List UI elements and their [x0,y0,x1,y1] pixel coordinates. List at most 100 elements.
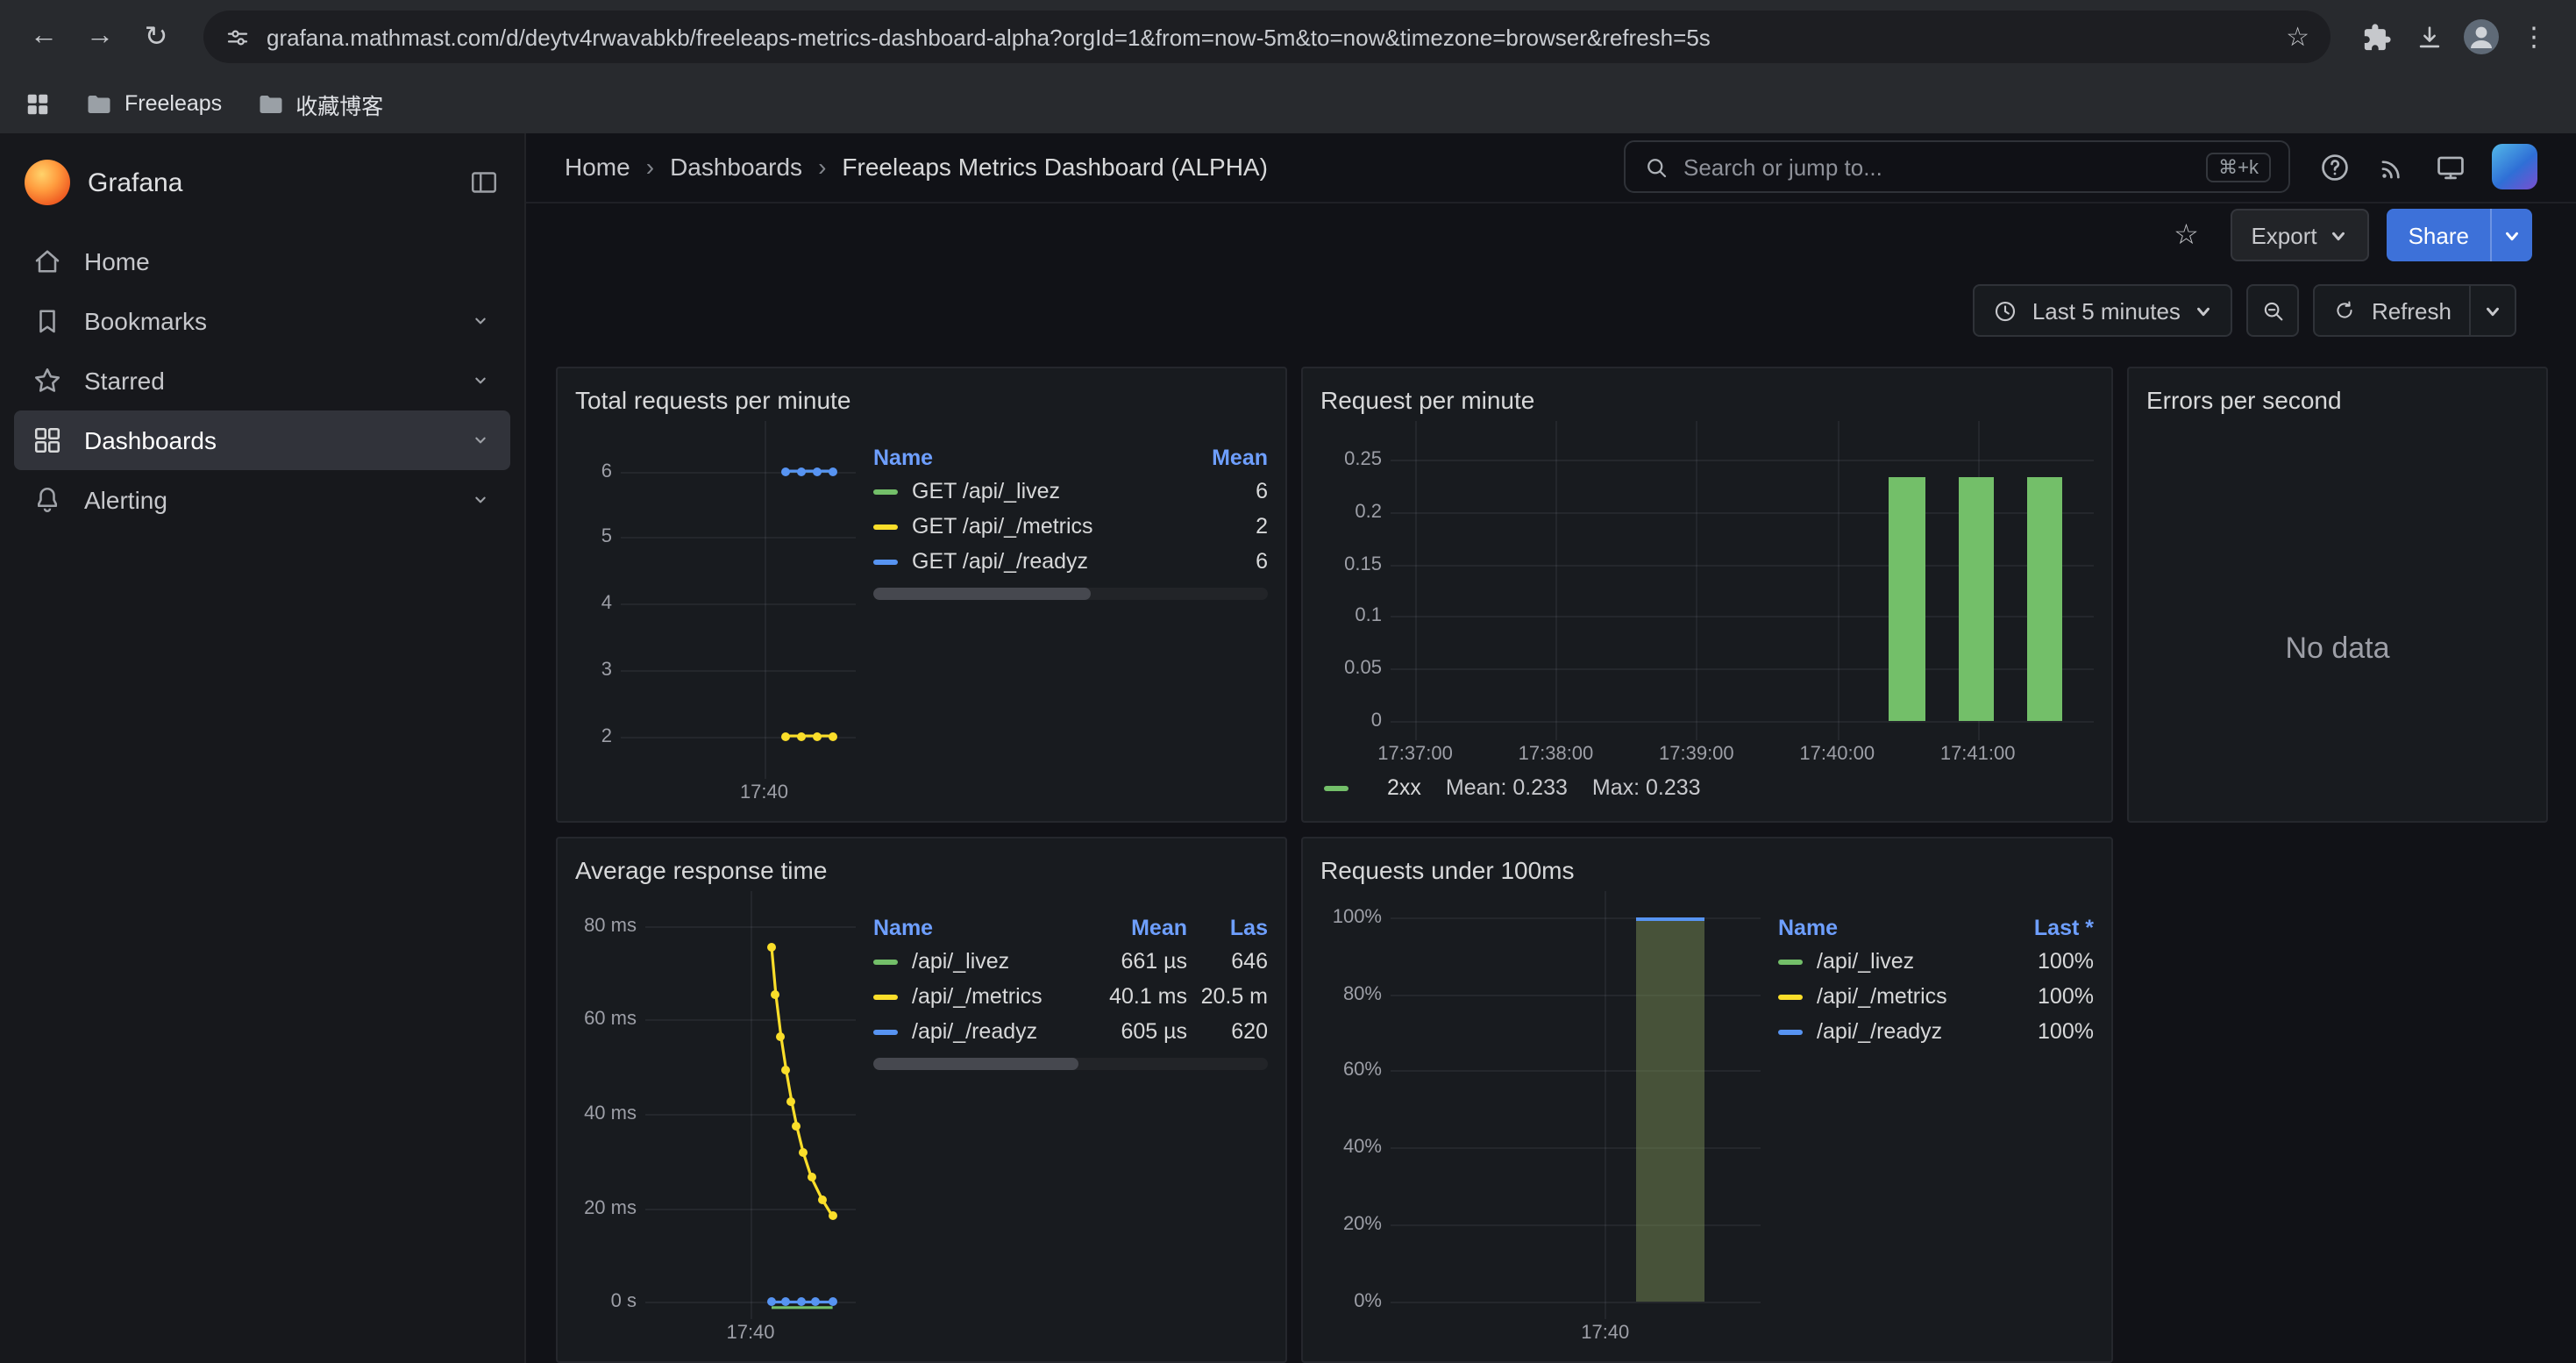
y-tick-label: 0 [1371,710,1382,731]
legend-row[interactable]: GET /api/_/readyz6 [873,544,1268,579]
export-button[interactable]: Export [2230,210,2369,262]
refresh-label: Refresh [2372,297,2451,324]
bookmark-folder-blogs[interactable]: 收藏博客 [257,87,383,120]
search-input[interactable]: Search or jump to... ⌘+k [1624,141,2290,194]
site-settings-icon[interactable] [224,24,251,50]
gridline [1391,1148,1761,1150]
panel-title[interactable]: Errors per second [2146,379,2529,421]
legend-row[interactable]: GET /api/_/metrics2 [873,509,1268,544]
legend-header[interactable]: Mean [1085,912,1187,944]
bookmark-folder-freeleaps[interactable]: Freeleaps [86,90,222,117]
sidebar-item-starred[interactable]: Starred [14,351,510,410]
user-avatar[interactable] [2492,145,2537,190]
legend-row[interactable]: GET /api/_livez6 [873,474,1268,509]
breadcrumb-current: Freeleaps Metrics Dashboard (ALPHA) [842,153,1268,182]
help-icon[interactable] [2318,151,2352,184]
share-dropdown-button[interactable] [2490,210,2532,262]
sidebar-item-label: Bookmarks [84,307,207,335]
breadcrumb: Home › Dashboards › Freeleaps Metrics Da… [565,153,1268,182]
zoom-out-button[interactable] [2247,284,2300,337]
favorite-star-button[interactable]: ☆ [2160,210,2212,262]
series-value: 646 [1187,944,1268,979]
breadcrumb-home[interactable]: Home [565,153,630,182]
legend-header[interactable]: Las [1187,912,1268,944]
legend-row[interactable]: /api/_/metrics40.1 ms20.5 m [873,979,1268,1014]
refresh-interval-dropdown[interactable] [2469,286,2515,335]
browser-toolbar: ← → ↻ grafana.mathmast.com/d/deytv4rwava… [0,0,2576,74]
bar [1637,917,1705,1302]
forward-button[interactable]: → [74,11,126,63]
browser-menu-icon[interactable]: ⋮ [2509,12,2558,61]
refresh-button-group: Refresh [2314,284,2516,337]
address-bar[interactable]: grafana.mathmast.com/d/deytv4rwavabkb/fr… [203,11,2330,63]
gridline [1555,421,1557,740]
scrollbar-thumb[interactable] [873,588,1091,600]
legend-row[interactable]: /api/_/readyz605 µs620 [873,1014,1268,1049]
panel-errors-per-second: Errors per second No data [2127,367,2548,823]
y-axis: 100%80%60%40%20%0% [1320,891,1391,1319]
chevron-down-icon[interactable] [468,368,493,393]
y-tick-label: 0.1 [1355,606,1382,627]
panel-title[interactable]: Request per minute [1320,379,2094,421]
series-value: 100% [1971,979,2094,1014]
bookmark-star-icon[interactable]: ☆ [2286,21,2309,53]
apps-grid-icon[interactable] [25,90,51,117]
chevron-down-icon[interactable] [468,309,493,333]
sidebar-item-label: Starred [84,367,165,395]
news-icon[interactable] [2376,151,2409,184]
sidebar-item-bookmarks[interactable]: Bookmarks [14,291,510,351]
bookmark-label: 收藏博客 [295,87,383,120]
share-button[interactable]: Share [2387,210,2490,262]
data-point [829,1297,837,1306]
legend-max: Max: 0.233 [1592,775,1701,800]
legend-scrollbar[interactable] [873,1058,1268,1070]
reload-button[interactable]: ↻ [130,11,182,63]
extensions-icon[interactable] [2352,12,2401,61]
legend-header[interactable]: Mean [1145,442,1268,474]
url-text[interactable]: grafana.mathmast.com/d/deytv4rwavabkb/fr… [267,24,2270,50]
scrollbar-thumb[interactable] [873,1058,1078,1070]
legend-row[interactable]: /api/_livez661 µs646 [873,944,1268,979]
legend-scrollbar[interactable] [873,588,1268,600]
data-point [797,467,806,475]
legend-header[interactable]: Last * [1971,912,2094,944]
series-name: /api/_/readyz [1817,1019,1942,1044]
y-tick-label: 2 [601,725,612,746]
sidebar-item-alerting[interactable]: Alerting [14,470,510,530]
chevron-down-icon[interactable] [468,488,493,512]
kiosk-monitor-icon[interactable] [2434,151,2467,184]
profile-avatar[interactable] [2457,12,2506,61]
sidebar-collapse-icon[interactable] [468,167,500,198]
home-icon [32,246,63,277]
time-range-picker[interactable]: Last 5 minutes [1973,284,2233,337]
bell-icon [32,484,63,516]
bar-chart-plot[interactable] [1391,421,2094,740]
legend-header[interactable]: Name [1778,912,1971,944]
series-swatch [1778,995,1803,1000]
refresh-button[interactable]: Refresh [2316,286,2469,335]
bar-chart-plot[interactable] [1391,891,1761,1319]
sidebar-item-home[interactable]: Home [14,232,510,291]
legend-row[interactable]: /api/_/readyz100% [1778,1014,2094,1049]
downloads-icon[interactable] [2404,12,2453,61]
legend[interactable]: 2xx Mean: 0.233 Max: 0.233 [1320,768,2094,807]
back-button[interactable]: ← [18,11,70,63]
sidebar-item-dashboards[interactable]: Dashboards [14,410,510,470]
panel-title[interactable]: Total requests per minute [575,379,1268,421]
time-series-plot[interactable] [621,421,856,779]
legend-series-name[interactable]: 2xx [1387,775,1421,800]
panel-request-per-minute: Request per minute 0.250.20.150.10.050 1… [1301,367,2113,823]
time-series-plot[interactable] [645,891,856,1319]
legend-header[interactable]: Name [873,442,1145,474]
legend-row[interactable]: /api/_/metrics100% [1778,979,2094,1014]
legend-row[interactable]: /api/_livez100% [1778,944,2094,979]
chevron-down-icon[interactable] [468,428,493,453]
grafana-header: Home › Dashboards › Freeleaps Metrics Da… [526,133,2576,203]
grafana-logo[interactable] [25,160,70,205]
legend-header[interactable]: Name [873,912,1085,944]
data-point [812,731,821,740]
chevron-down-icon [2195,301,2214,320]
panel-title[interactable]: Average response time [575,849,1268,891]
breadcrumb-dashboards[interactable]: Dashboards [670,153,802,182]
panel-title[interactable]: Requests under 100ms [1320,849,2094,891]
